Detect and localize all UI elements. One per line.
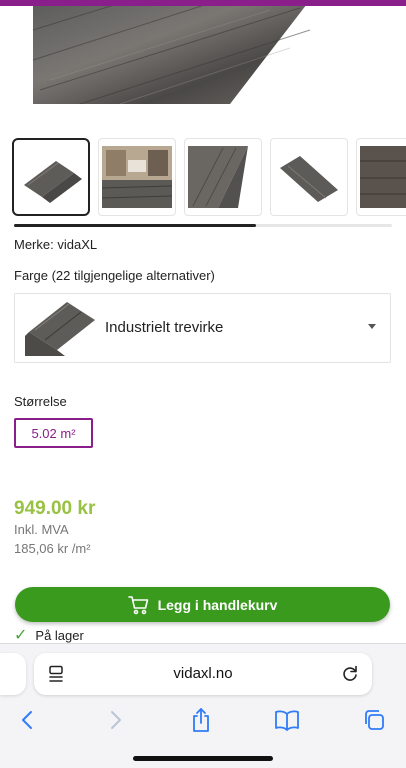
color-select-value: Industrielt trevirke <box>105 319 224 336</box>
chevron-down-icon <box>368 324 376 329</box>
forward-icon[interactable] <box>102 706 130 734</box>
address-bar[interactable]: vidaxl.no <box>34 653 372 695</box>
thumbnail-4[interactable] <box>270 138 348 216</box>
back-icon[interactable] <box>13 706 41 734</box>
color-select[interactable]: Industrielt trevirke <box>14 293 391 363</box>
url-text[interactable]: vidaxl.no <box>34 665 372 682</box>
bookmarks-icon[interactable] <box>273 706 301 734</box>
add-to-cart-button[interactable]: Legg i handlekurv <box>15 587 390 622</box>
thumbnail-2[interactable] <box>98 138 176 216</box>
thumbnail-3[interactable] <box>184 138 262 216</box>
browser-chrome: vidaxl.no <box>0 643 406 768</box>
thumbnail-scrollbar-thumb[interactable] <box>14 224 256 227</box>
cart-icon <box>127 595 150 615</box>
thumbnail-scrollbar[interactable] <box>14 224 392 227</box>
previous-tab-preview[interactable] <box>0 653 26 695</box>
check-icon: ✓ <box>14 627 28 644</box>
tabs-icon[interactable] <box>360 706 388 734</box>
thumbnail-5[interactable] <box>356 138 406 216</box>
price: 949.00 kr <box>14 498 96 519</box>
color-options-label: Farge (22 tilgjengelige alternativer) <box>14 268 215 283</box>
product-main-image <box>0 0 406 104</box>
share-icon[interactable] <box>187 706 215 734</box>
stock-status: ✓ På lager <box>14 625 84 645</box>
reload-icon[interactable] <box>340 663 360 688</box>
color-swatch <box>25 302 97 356</box>
thumbnail-carousel[interactable] <box>12 138 406 218</box>
browser-toolbar <box>0 702 406 738</box>
add-to-cart-label: Legg i handlekurv <box>157 596 278 613</box>
thumbnail-1[interactable] <box>12 138 90 216</box>
size-label: Størrelse <box>14 394 67 409</box>
home-indicator <box>133 756 273 761</box>
stock-label: På lager <box>35 627 84 643</box>
vat-note: Inkl. MVA <box>14 522 69 537</box>
top-accent-bar <box>0 0 406 6</box>
brand-label: Merke: vidaXL <box>14 237 98 252</box>
unit-price: 185,06 kr /m² <box>14 541 91 556</box>
size-option-selected[interactable]: 5.02 m² <box>14 418 93 448</box>
